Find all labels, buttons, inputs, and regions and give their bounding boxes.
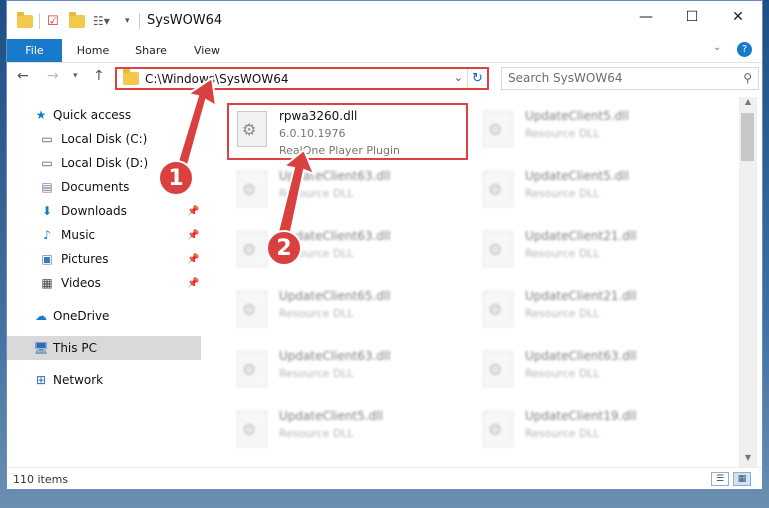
- drive-icon: ▭: [41, 156, 53, 170]
- minimize-button[interactable]: —: [623, 1, 669, 33]
- pin-icon[interactable]: 📌: [187, 278, 199, 289]
- refresh-icon[interactable]: ↻: [467, 69, 487, 88]
- pictures-icon: ▣: [41, 252, 53, 266]
- back-arrow-icon[interactable]: ←: [17, 68, 29, 84]
- sidebar-item-network[interactable]: ⊞ Network: [7, 368, 201, 392]
- status-bar: 110 items ☰ ▦: [7, 467, 762, 489]
- sidebar-item-this-pc[interactable]: 🖥 This PC: [7, 336, 201, 360]
- sidebar-item-onedrive[interactable]: ☁ OneDrive: [7, 304, 201, 328]
- tab-view[interactable]: View: [187, 39, 227, 62]
- address-path: C:\Windows\SysWOW64: [145, 71, 289, 86]
- navigation-pane: ★ Quick access ▭ Local Disk (C:) ▭ Local…: [7, 99, 201, 463]
- list-item[interactable]: ⚙ UpdateClient19.dll Resource DLL: [477, 403, 707, 455]
- large-icons-view-icon[interactable]: ▦: [733, 472, 751, 486]
- maximize-button[interactable]: ☐: [669, 1, 715, 33]
- search-placeholder: Search SysWOW64: [508, 71, 623, 85]
- pin-icon[interactable]: 📌: [187, 230, 199, 241]
- dll-file-icon: ⚙: [237, 351, 267, 387]
- properties-icon[interactable]: ☑: [47, 11, 59, 31]
- list-item[interactable]: ⚙ UpdateClient65.dll Resource DLL: [231, 283, 461, 335]
- sidebar-item-music[interactable]: ♪ Music 📌: [7, 223, 201, 247]
- list-item[interactable]: ⚙ UpdateClient21.dll Resource DLL: [477, 223, 707, 275]
- music-icon: ♪: [43, 228, 51, 242]
- list-item[interactable]: ⚙ UpdateClient63.dll Resource DLL: [231, 163, 461, 215]
- list-item[interactable]: ⚙ UpdateClient5.dll Resource DLL: [477, 103, 707, 155]
- up-arrow-icon[interactable]: ↑: [93, 68, 105, 84]
- search-input[interactable]: Search SysWOW64 ⚲: [501, 67, 759, 90]
- list-item[interactable]: ⚙ UpdateClient63.dll Resource DLL: [477, 343, 707, 395]
- videos-icon: ▦: [41, 276, 53, 290]
- documents-icon: ▤: [41, 180, 53, 194]
- expand-ribbon-icon[interactable]: ⌄: [713, 42, 721, 53]
- dll-file-icon: ⚙: [237, 291, 267, 327]
- recent-locations-icon[interactable]: ▾: [73, 71, 78, 81]
- forward-arrow-icon[interactable]: →: [47, 68, 59, 84]
- cloud-icon: ☁: [35, 309, 47, 323]
- chevron-down-icon[interactable]: ⌄: [454, 71, 463, 84]
- window-title: SysWOW64: [147, 13, 223, 28]
- dll-file-icon: ⚙: [483, 291, 513, 327]
- dll-file-icon: ⚙: [483, 231, 513, 267]
- list-item[interactable]: ⚙ UpdateClient63.dll Resource DLL: [231, 343, 461, 395]
- tab-file[interactable]: File: [7, 39, 62, 62]
- dll-file-icon: ⚙: [483, 351, 513, 387]
- list-item[interactable]: ⚙ UpdateClient5.dll Resource DLL: [231, 403, 461, 455]
- callout-badge-1: 1: [158, 160, 194, 196]
- new-folder-icon[interactable]: [69, 11, 85, 31]
- scroll-down-icon[interactable]: ▼: [739, 453, 757, 467]
- scroll-up-icon[interactable]: ▲: [739, 97, 757, 111]
- computer-icon: 🖥: [33, 341, 49, 355]
- pin-icon[interactable]: 📌: [187, 254, 199, 265]
- tab-share[interactable]: Share: [129, 39, 173, 62]
- drive-icon: ▭: [41, 132, 53, 146]
- pin-icon[interactable]: 📌: [187, 206, 199, 217]
- dll-file-icon: ⚙: [483, 171, 513, 207]
- tab-home[interactable]: Home: [71, 39, 115, 62]
- dll-file-icon: ⚙: [483, 111, 513, 147]
- title-bar: ☑ ☷▾ ▾ SysWOW64 — ☐ ✕: [7, 1, 762, 39]
- sidebar-item-downloads[interactable]: ⬇ Downloads 📌: [7, 199, 201, 223]
- customize-toolbar-icon[interactable]: ▾: [125, 11, 130, 31]
- details-view-icon[interactable]: ☰: [711, 472, 729, 486]
- folder-icon[interactable]: [17, 11, 33, 31]
- sidebar-item-videos[interactable]: ▦ Videos 📌: [7, 271, 201, 295]
- search-icon: ⚲: [743, 71, 752, 85]
- explorer-window: ☑ ☷▾ ▾ SysWOW64 — ☐ ✕ File Home Share Vi…: [6, 0, 763, 490]
- folder-icon: [123, 69, 139, 85]
- file-highlight-box: [227, 103, 468, 160]
- item-count: 110 items: [13, 473, 69, 486]
- dll-file-icon: ⚙: [237, 231, 267, 267]
- vertical-scrollbar[interactable]: ▲ ▼: [739, 97, 757, 467]
- navigation-bar: ← → ▾ ↑ C:\Windows\SysWOW64 ⌄ ↻ Search S…: [7, 63, 762, 93]
- dll-file-icon: ⚙: [237, 171, 267, 207]
- sidebar-item-local-disk-c[interactable]: ▭ Local Disk (C:): [7, 127, 201, 151]
- help-icon[interactable]: ?: [737, 42, 752, 57]
- sidebar-item-quick-access[interactable]: ★ Quick access: [7, 103, 201, 127]
- view-options-icon[interactable]: ☷▾: [93, 11, 110, 31]
- list-item[interactable]: ⚙ UpdateClient5.dll Resource DLL: [477, 163, 707, 215]
- ribbon-tabs: File Home Share View ⌄ ?: [7, 39, 762, 63]
- star-icon: ★: [35, 108, 47, 122]
- callout-badge-2: 2: [266, 230, 302, 266]
- dll-file-icon: ⚙: [483, 411, 513, 447]
- list-item[interactable]: ⚙ UpdateClient21.dll Resource DLL: [477, 283, 707, 335]
- download-icon: ⬇: [41, 204, 53, 218]
- scrollbar-thumb[interactable]: [741, 113, 754, 161]
- address-bar[interactable]: C:\Windows\SysWOW64 ⌄ ↻: [115, 67, 489, 90]
- network-icon: ⊞: [35, 373, 47, 387]
- dll-file-icon: ⚙: [237, 411, 267, 447]
- close-button[interactable]: ✕: [715, 1, 761, 33]
- sidebar-item-pictures[interactable]: ▣ Pictures 📌: [7, 247, 201, 271]
